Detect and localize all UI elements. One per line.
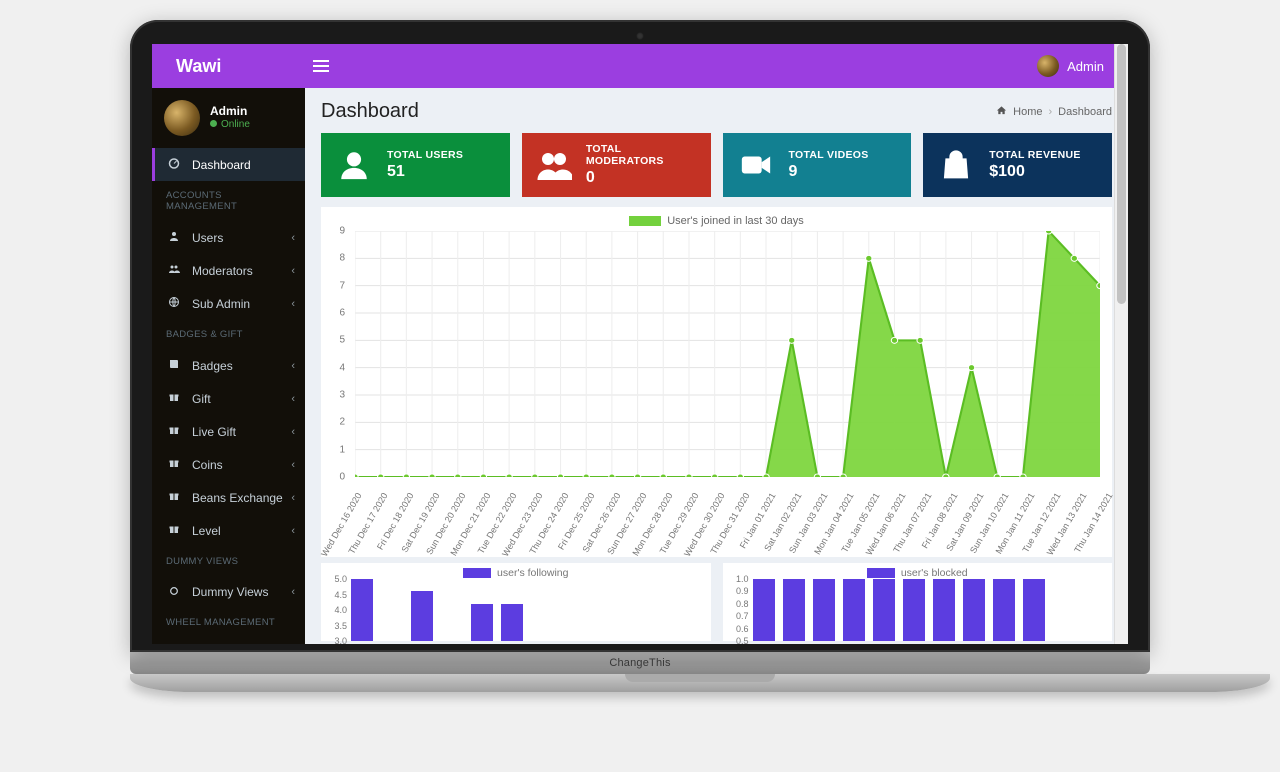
page-title: Dashboard: [321, 100, 419, 123]
chevron-left-icon: ‹: [291, 586, 295, 598]
card-label: TOTAL MODERATORS: [586, 143, 697, 167]
chart-legend: User's joined in last 30 days: [327, 213, 1106, 231]
laptop-lid: Wawi Admin: [130, 20, 1150, 652]
chevron-left-icon: ‹: [291, 525, 295, 537]
chart-users-blocked: user's blocked 1.00.90.80.70.60.5: [723, 563, 1113, 641]
x-axis-ticks: Wed Dec 16 2020Thu Dec 17 2020Fri Dec 18…: [355, 491, 1106, 555]
card-total-users[interactable]: TOTAL USERS 51: [321, 133, 510, 197]
sidebar-item-label: Dummy Views: [192, 585, 268, 599]
chevron-left-icon: ‹: [291, 426, 295, 438]
y-axis-ticks: 0123456789: [327, 231, 349, 477]
card-label: TOTAL VIDEOS: [789, 149, 869, 161]
globe-icon: [166, 296, 182, 311]
camera-dot: [636, 32, 644, 40]
sidebar-item-live-gift[interactable]: Live Gift ‹: [152, 415, 305, 448]
sidebar-item-beans-exchange[interactable]: Beans Exchange ‹: [152, 481, 305, 514]
chevron-left-icon: ‹: [291, 360, 295, 372]
sidebar-item-level[interactable]: Level ‹: [152, 514, 305, 547]
breadcrumb-current: Dashboard: [1058, 106, 1112, 118]
dashboard-icon: [166, 157, 182, 172]
chart-users-joined: User's joined in last 30 days 0123456789: [321, 207, 1112, 557]
book-icon: [166, 358, 182, 373]
area-chart-svg: [355, 231, 1100, 477]
scrollbar-thumb[interactable]: [1117, 44, 1126, 304]
sidebar-item-dashboard[interactable]: Dashboard: [152, 148, 305, 181]
card-label: TOTAL REVENUE: [989, 149, 1080, 161]
gift-icon: [166, 523, 182, 538]
sidebar-item-sub-admin[interactable]: Sub Admin ‹: [152, 287, 305, 320]
users-icon: [166, 263, 182, 278]
app-screen: Wawi Admin: [152, 44, 1128, 644]
card-total-moderators[interactable]: TOTAL MODERATORS 0: [522, 133, 711, 197]
sidebar-item-badges[interactable]: Badges ‹: [152, 349, 305, 382]
chevron-left-icon: ‹: [291, 265, 295, 277]
laptop-base: [130, 674, 1270, 692]
sidebar-item-label: Level: [192, 524, 221, 538]
circle-icon: [166, 585, 182, 599]
gift-icon: [166, 490, 182, 505]
topbar-user-label: Admin: [1067, 59, 1104, 74]
breadcrumb-home[interactable]: Home: [1013, 106, 1042, 118]
sidebar-user-status: Online: [210, 119, 250, 132]
sidebar-item-label: Coins: [192, 458, 223, 472]
laptop-mockup: Wawi Admin: [130, 20, 1150, 692]
card-value: 0: [586, 169, 697, 187]
sidebar-section-badges: BADGES & GIFT: [152, 320, 305, 349]
gift-icon: [166, 424, 182, 439]
sidebar-item-gift[interactable]: Gift ‹: [152, 382, 305, 415]
sidebar-item-label: Users: [192, 231, 223, 245]
chevron-left-icon: ‹: [291, 492, 295, 504]
sidebar-item-label: Badges: [192, 359, 233, 373]
brand-label[interactable]: Wawi: [152, 44, 305, 88]
scrollbar[interactable]: [1114, 44, 1128, 644]
chevron-left-icon: ‹: [291, 393, 295, 405]
hamburger-icon[interactable]: [313, 57, 329, 75]
user-icon: [166, 230, 182, 245]
avatar-icon: [1037, 55, 1059, 77]
users-icon: [536, 146, 572, 184]
sidebar-item-moderators[interactable]: Moderators ‹: [152, 254, 305, 287]
sidebar-section-dummy: Dummy Views: [152, 547, 305, 576]
sidebar-item-label: Dashboard: [192, 158, 251, 172]
user-icon: [335, 146, 373, 184]
gift-icon: [166, 457, 182, 472]
home-icon: [996, 105, 1007, 119]
sidebar-item-dummy-views[interactable]: Dummy Views ‹: [152, 576, 305, 608]
video-icon: [737, 146, 775, 184]
breadcrumb-sep: ›: [1049, 106, 1053, 118]
sidebar-user[interactable]: Admin Online: [152, 88, 305, 148]
card-value: 51: [387, 163, 463, 181]
sidebar-item-label: Live Gift: [192, 425, 236, 439]
card-value: 9: [789, 163, 869, 181]
chevron-left-icon: ‹: [291, 232, 295, 244]
card-total-videos[interactable]: TOTAL VIDEOS 9: [723, 133, 912, 197]
topbar: Wawi Admin: [152, 44, 1128, 88]
sidebar-item-coins[interactable]: Coins ‹: [152, 448, 305, 481]
breadcrumb: Home › Dashboard: [996, 105, 1112, 119]
chevron-left-icon: ‹: [291, 459, 295, 471]
avatar-icon: [164, 100, 200, 136]
sidebar-item-users[interactable]: Users ‹: [152, 221, 305, 254]
sidebar-user-name: Admin: [210, 104, 250, 119]
mockup-badge: ChangeThis: [130, 652, 1150, 674]
sidebar-section-wheel: WHEEL MANAGEMENT: [152, 608, 305, 637]
card-label: TOTAL USERS: [387, 149, 463, 161]
card-value: $100: [989, 163, 1080, 181]
page-header: Dashboard Home › Dashboard: [321, 100, 1112, 123]
chevron-left-icon: ‹: [291, 298, 295, 310]
card-total-revenue[interactable]: TOTAL REVENUE $100: [923, 133, 1112, 197]
chart-users-following: user's following 5.04.54.03.53.0: [321, 563, 711, 641]
sidebar-item-label: Sub Admin: [192, 297, 250, 311]
stat-cards: TOTAL USERS 51 TOTAL MODERATORS: [321, 133, 1112, 197]
sidebar-section-accounts: ACCOUNTS MANAGEMENT: [152, 181, 305, 221]
gift-icon: [166, 391, 182, 406]
bag-icon: [937, 146, 975, 184]
sidebar-item-label: Gift: [192, 392, 211, 406]
sidebar-item-label: Beans Exchange: [192, 491, 283, 505]
sidebar-item-label: Moderators: [192, 264, 253, 278]
sidebar: Admin Online Dashboard ACCOUNTS MANAGEME…: [152, 88, 305, 644]
main-content: Dashboard Home › Dashboard: [305, 88, 1128, 644]
